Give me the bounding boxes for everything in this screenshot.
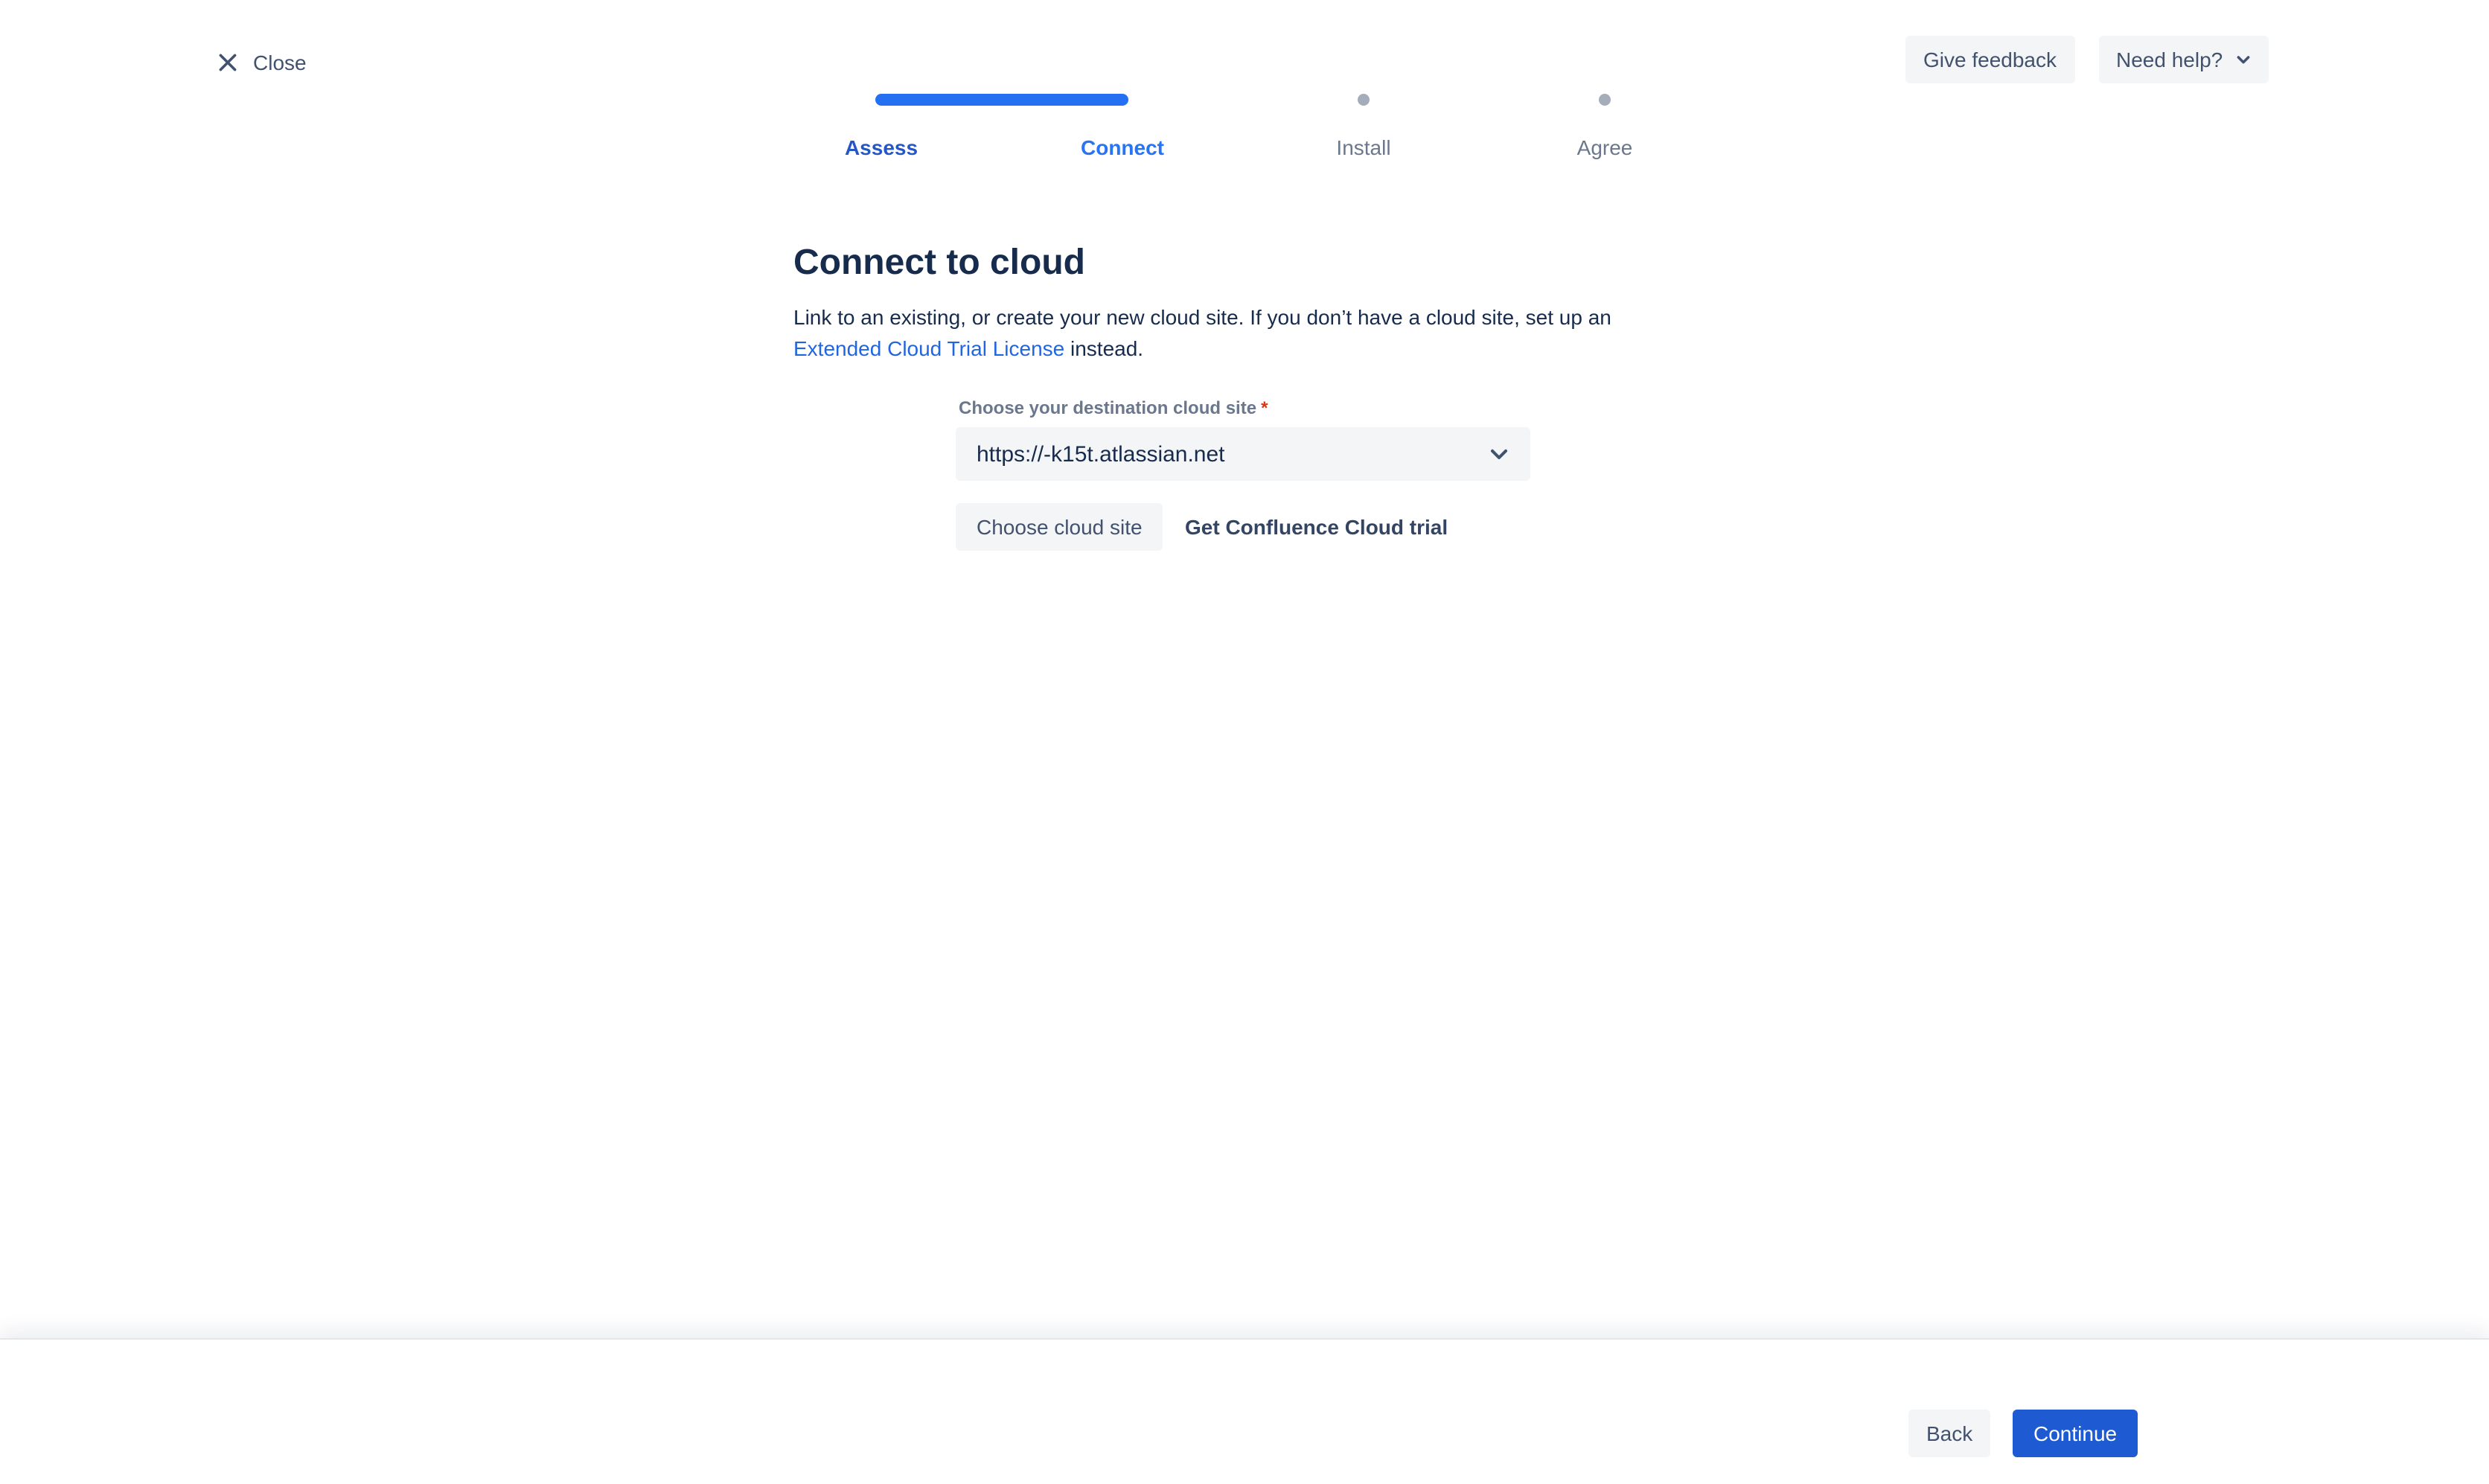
choose-cloud-site-button[interactable]: Choose cloud site xyxy=(956,503,1163,551)
continue-button[interactable]: Continue xyxy=(2013,1410,2138,1457)
close-icon xyxy=(216,51,240,74)
close-button-label: Close xyxy=(253,51,307,74)
footer-bar: Back Continue xyxy=(0,1338,2489,1484)
progress-bar-completed xyxy=(875,94,1128,106)
need-help-button-label: Need help? xyxy=(2116,48,2223,71)
intro-text-before-link: Link to an existing, or create your new … xyxy=(793,305,1611,329)
required-asterisk: * xyxy=(1261,397,1268,418)
destination-site-select[interactable]: https://-k15t.atlassian.net xyxy=(956,427,1530,481)
close-button[interactable]: Close xyxy=(216,49,307,76)
selected-site-value: https://-k15t.atlassian.net xyxy=(977,441,1225,467)
screen: Close Give feedback Need help? Assess Co… xyxy=(0,0,2489,1484)
need-help-button[interactable]: Need help? xyxy=(2098,36,2269,83)
destination-site-label: Choose your destination cloud site* xyxy=(959,396,1268,420)
chevron-down-icon xyxy=(2233,49,2254,70)
step-label-assess: Assess xyxy=(845,135,918,159)
give-feedback-button[interactable]: Give feedback xyxy=(1905,36,2074,83)
progress-dot-agree xyxy=(1599,94,1611,106)
step-label-connect: Connect xyxy=(1081,135,1164,159)
select-chevron-down-icon xyxy=(1486,441,1512,467)
step-label-install: Install xyxy=(1336,135,1390,159)
extended-cloud-trial-link[interactable]: Extended Cloud Trial License xyxy=(793,336,1064,360)
back-button[interactable]: Back xyxy=(1908,1410,1990,1457)
top-actions: Give feedback Need help? xyxy=(1905,36,2269,83)
intro-text: Link to an existing, or create your new … xyxy=(793,302,1687,365)
step-label-agree: Agree xyxy=(1577,135,1633,159)
intro-text-after-link: instead. xyxy=(1070,336,1143,360)
migration-wizard-page: Close Give feedback Need help? Assess Co… xyxy=(0,0,2489,1484)
get-confluence-cloud-trial-button[interactable]: Get Confluence Cloud trial xyxy=(1185,503,1448,551)
progress-dot-install xyxy=(1358,94,1370,106)
page-title: Connect to cloud xyxy=(793,243,1085,284)
